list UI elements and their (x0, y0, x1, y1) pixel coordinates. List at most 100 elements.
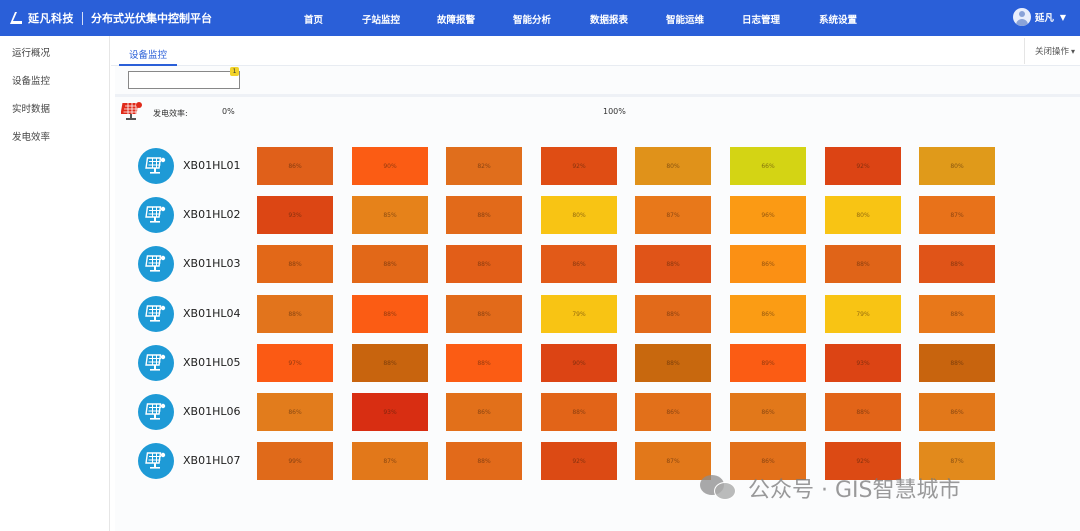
inverter-icon (138, 394, 174, 430)
efficiency-cell[interactable]: 80% (541, 196, 617, 234)
brand-logo-icon (10, 12, 22, 24)
efficiency-cell[interactable]: 86% (257, 147, 333, 185)
legend-min: 0% (222, 107, 235, 116)
nav-smart-maintenance[interactable]: 智能运维 (666, 12, 704, 26)
inverter-icon (138, 197, 174, 233)
nav-fault-alarms[interactable]: 故障报警 (437, 12, 475, 26)
inverter-icon (138, 296, 174, 332)
efficiency-cell[interactable]: 87% (919, 196, 995, 234)
chevron-down-icon: ▼ (1059, 12, 1066, 22)
chevron-down-icon: ▾ (1071, 47, 1076, 56)
watermark-text: 公众号 · GIS智慧城市 (748, 478, 961, 503)
top-navigation-bar: 延凡科技 分布式光伏集中控制平台 首页 子站监控 故障报警 智能分析 数据报表 … (0, 0, 1080, 36)
efficiency-cell[interactable]: 90% (541, 344, 617, 382)
efficiency-cell[interactable]: 82% (446, 147, 522, 185)
efficiency-cell[interactable]: 88% (541, 393, 617, 431)
efficiency-cell[interactable]: 88% (352, 344, 428, 382)
nav-log-management[interactable]: 日志管理 (742, 12, 780, 26)
efficiency-cell[interactable]: 96% (730, 196, 806, 234)
efficiency-cell[interactable]: 88% (446, 344, 522, 382)
efficiency-cell[interactable]: 92% (541, 147, 617, 185)
tab-device-monitoring[interactable]: 设备监控 (119, 47, 177, 66)
legend-max: 100% (603, 107, 626, 116)
efficiency-cell[interactable]: 86% (730, 393, 806, 431)
efficiency-cell[interactable]: 92% (541, 442, 617, 480)
efficiency-cell[interactable]: 93% (825, 344, 901, 382)
row-label: XB01HL01 (183, 159, 241, 172)
row-label: XB01HL06 (183, 405, 241, 418)
solar-panel-icon (121, 102, 142, 120)
efficiency-cell[interactable]: 90% (352, 147, 428, 185)
efficiency-cell[interactable]: 92% (825, 147, 901, 185)
nav-smart-analysis[interactable]: 智能分析 (513, 12, 551, 26)
brand-divider (82, 11, 83, 25)
efficiency-cell[interactable]: 88% (446, 295, 522, 333)
efficiency-cell[interactable]: 87% (352, 442, 428, 480)
efficiency-cell[interactable]: 88% (352, 295, 428, 333)
efficiency-cell[interactable]: 88% (446, 196, 522, 234)
nav-home[interactable]: 首页 (304, 12, 323, 26)
inverter-icon (138, 246, 174, 282)
efficiency-cell[interactable]: 66% (730, 147, 806, 185)
sidebar-item-realtime-data[interactable]: 实时数据 (12, 101, 50, 115)
efficiency-cell[interactable]: 87% (635, 196, 711, 234)
efficiency-cell[interactable]: 80% (919, 147, 995, 185)
user-menu[interactable]: 延凡 ▼ (1012, 8, 1066, 26)
efficiency-cell[interactable]: 88% (919, 344, 995, 382)
close-operations-menu[interactable]: 关闭操作 ▾ (1024, 38, 1080, 64)
row-label: XB01HL05 (183, 356, 241, 369)
inverter-icon (138, 443, 174, 479)
wechat-icon (700, 473, 740, 503)
efficiency-cell[interactable]: 86% (635, 393, 711, 431)
nav-data-reports[interactable]: 数据报表 (590, 12, 628, 26)
efficiency-cell[interactable]: 88% (919, 295, 995, 333)
efficiency-cell[interactable]: 88% (825, 245, 901, 283)
efficiency-cell[interactable]: 80% (825, 196, 901, 234)
nav-system-settings[interactable]: 系统设置 (819, 12, 857, 26)
tab-strip: 设备监控 关闭操作 ▾ (111, 36, 1080, 66)
sidebar-item-overview[interactable]: 运行概况 (12, 45, 50, 59)
efficiency-cell[interactable]: 88% (257, 245, 333, 283)
row-label: XB01HL03 (183, 257, 241, 270)
efficiency-cell[interactable]: 88% (635, 344, 711, 382)
row-label: XB01HL02 (183, 208, 241, 221)
efficiency-cell[interactable]: 97% (257, 344, 333, 382)
nav-substation-monitoring[interactable]: 子站监控 (362, 12, 400, 26)
watermark: 公众号 · GIS智慧城市 (700, 472, 960, 504)
sidebar-item-device-monitoring[interactable]: 设备监控 (12, 73, 50, 87)
efficiency-cell[interactable]: 80% (635, 147, 711, 185)
efficiency-cell[interactable]: 86% (730, 295, 806, 333)
efficiency-cell[interactable]: 89% (730, 344, 806, 382)
efficiency-cell[interactable]: 93% (257, 196, 333, 234)
efficiency-cell[interactable]: 85% (352, 196, 428, 234)
efficiency-cell[interactable]: 86% (730, 245, 806, 283)
efficiency-cell[interactable]: 88% (257, 295, 333, 333)
sidebar: 运行概况 设备监控 实时数据 发电效率 (0, 36, 110, 531)
efficiency-cell[interactable]: 79% (825, 295, 901, 333)
divider (115, 94, 1080, 97)
row-label: XB01HL04 (183, 307, 241, 320)
search-input[interactable] (128, 71, 240, 89)
app-title: 分布式光伏集中控制平台 (91, 12, 212, 25)
sidebar-item-generation-efficiency[interactable]: 发电效率 (12, 129, 50, 143)
efficiency-cell[interactable]: 99% (257, 442, 333, 480)
efficiency-cell[interactable]: 88% (635, 295, 711, 333)
brand[interactable]: 延凡科技 分布式光伏集中控制平台 (8, 9, 212, 27)
efficiency-cell[interactable]: 88% (352, 245, 428, 283)
inverter-icon (138, 345, 174, 381)
efficiency-cell[interactable]: 88% (446, 245, 522, 283)
efficiency-cell[interactable]: 93% (352, 393, 428, 431)
efficiency-cell[interactable]: 88% (635, 245, 711, 283)
row-label: XB01HL07 (183, 454, 241, 467)
efficiency-cell[interactable]: 86% (257, 393, 333, 431)
efficiency-cell[interactable]: 79% (541, 295, 617, 333)
user-name: 延凡 (1034, 13, 1054, 24)
efficiency-cell[interactable]: 88% (825, 393, 901, 431)
efficiency-cell[interactable]: 86% (446, 393, 522, 431)
legend-label: 发电效率: (153, 109, 188, 118)
efficiency-cell[interactable]: 86% (919, 393, 995, 431)
efficiency-cell[interactable]: 88% (446, 442, 522, 480)
efficiency-cell[interactable]: 88% (919, 245, 995, 283)
efficiency-cell[interactable]: 86% (541, 245, 617, 283)
search-badge: 1 (230, 67, 239, 76)
